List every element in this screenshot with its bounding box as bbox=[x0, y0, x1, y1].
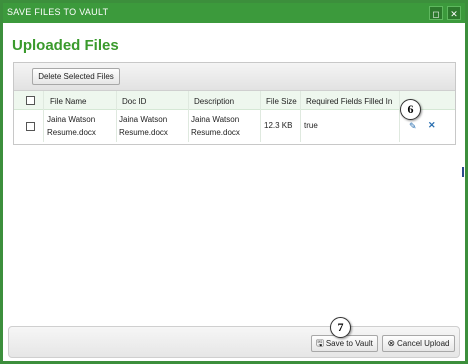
table-header: File Name Doc ID Description File Size R… bbox=[14, 91, 455, 110]
description-cell: Jaina Watson Resume.docx bbox=[191, 113, 240, 139]
doc-id-line-2: Resume.docx bbox=[119, 128, 168, 137]
cancel-label: Cancel Upload bbox=[397, 339, 450, 348]
file-name-cell: Jaina Watson Resume.docx bbox=[47, 113, 96, 139]
maximize-button[interactable]: ◻ bbox=[429, 6, 443, 20]
row-checkbox[interactable] bbox=[26, 122, 35, 131]
header-required-fields[interactable]: Required Fields Filled In bbox=[306, 95, 392, 108]
title-bar[interactable]: SAVE FILES TO VAULT ◻ ✕ bbox=[3, 3, 465, 23]
header-file-size[interactable]: File Size bbox=[266, 95, 297, 108]
file-size-cell: 12.3 KB bbox=[264, 121, 293, 130]
scrollbar-indicator[interactable] bbox=[462, 167, 464, 177]
cancel-upload-button[interactable]: ⊗ Cancel Upload bbox=[382, 335, 455, 352]
description-line-2: Resume.docx bbox=[191, 128, 240, 137]
file-name-line-2: Resume.docx bbox=[47, 128, 96, 137]
dialog-footer: 🖫 Save to Vault ⊗ Cancel Upload bbox=[8, 326, 460, 358]
window-title: SAVE FILES TO VAULT bbox=[7, 7, 109, 17]
delete-selected-files-button[interactable]: Delete Selected Files bbox=[32, 68, 120, 85]
callout-6-badge: 6 bbox=[400, 99, 421, 120]
header-file-name[interactable]: File Name bbox=[50, 95, 86, 108]
doc-id-line-1: Jaina Watson bbox=[119, 115, 168, 124]
close-button[interactable]: ✕ bbox=[447, 6, 461, 20]
header-doc-id[interactable]: Doc ID bbox=[122, 95, 146, 108]
header-description[interactable]: Description bbox=[194, 95, 234, 108]
save-label: Save to Vault bbox=[325, 339, 373, 348]
callout-7-badge: 7 bbox=[330, 317, 351, 338]
pencil-icon[interactable]: ✎ bbox=[409, 121, 417, 132]
uploaded-files-panel: Delete Selected Files File Name Doc ID D… bbox=[13, 62, 456, 145]
description-line-1: Jaina Watson bbox=[191, 115, 240, 124]
doc-id-cell: Jaina Watson Resume.docx bbox=[119, 113, 168, 139]
file-name-line-1: Jaina Watson bbox=[47, 115, 96, 124]
save-to-vault-button[interactable]: 🖫 Save to Vault bbox=[311, 335, 378, 352]
select-all-checkbox[interactable] bbox=[26, 96, 35, 105]
cancel-circle-icon: ⊗ bbox=[387, 338, 396, 348]
table-row[interactable]: Jaina Watson Resume.docx Jaina Watson Re… bbox=[14, 110, 455, 142]
grid-toolbar: Delete Selected Files bbox=[14, 63, 455, 91]
page-title: Uploaded Files bbox=[12, 37, 119, 54]
x-icon[interactable]: ✕ bbox=[428, 120, 436, 131]
save-files-dialog: SAVE FILES TO VAULT ◻ ✕ Uploaded Files D… bbox=[0, 0, 468, 364]
required-fields-cell: true bbox=[304, 121, 318, 130]
floppy-disk-icon: 🖫 bbox=[316, 338, 324, 348]
